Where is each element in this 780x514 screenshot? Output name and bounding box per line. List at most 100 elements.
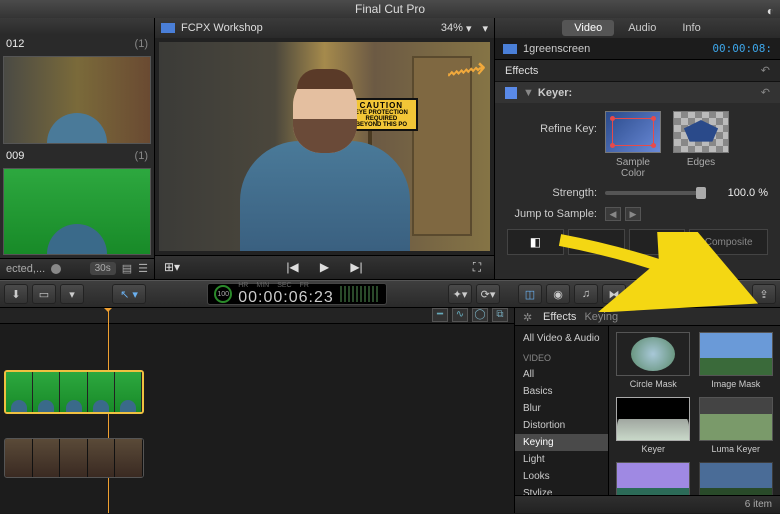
effect-luma-keyer[interactable]: Luma Keyer	[698, 397, 775, 454]
clip-thumb-a[interactable]	[3, 56, 151, 143]
list-icon[interactable]: ☰	[138, 262, 148, 275]
view-final-button[interactable]: ◧	[507, 229, 564, 255]
view-matte-button[interactable]	[568, 229, 625, 255]
view-source-button[interactable]	[629, 229, 686, 255]
keyer-header[interactable]: ▼ Keyer: ↶	[495, 82, 780, 103]
photos-icon[interactable]: ◉	[546, 284, 570, 304]
timeline-ruler[interactable]: ━ ∿ ◯ ⧉	[0, 308, 514, 324]
strength-value[interactable]: 100.0 %	[714, 187, 768, 199]
viewer-title: FCPX Workshop	[181, 22, 263, 34]
clip-thumb-b[interactable]	[3, 168, 151, 255]
effect-circle-mask[interactable]: Circle Mask	[615, 332, 692, 389]
effects-categories: All Video & Audio VIDEO All Basics Blur …	[515, 326, 609, 495]
effect-extra-b[interactable]	[698, 462, 775, 495]
event-row-b[interactable]: 009 (1)	[0, 147, 154, 165]
keyer-checkbox[interactable]	[505, 87, 517, 99]
timecode-display[interactable]: 100 HRMINSECFR 00:00:06:23	[207, 283, 387, 305]
clip-info-row: 1greenscreen 00:00:08:	[495, 38, 780, 60]
play-button[interactable]: ▶	[316, 260, 334, 276]
cat-light[interactable]: Light	[515, 451, 608, 468]
cat-keying[interactable]: Keying	[515, 434, 608, 451]
duration-chip[interactable]: 30s	[90, 262, 116, 275]
event-row-a[interactable]: 012 (1)	[0, 35, 154, 53]
effects-browser-header: ✲ Effects Keying	[515, 308, 780, 326]
viewer-header: FCPX Workshop 34% ▾ ▾	[155, 18, 494, 38]
import-icon[interactable]: ⬇	[4, 284, 28, 304]
titles-icon[interactable]: T	[630, 284, 654, 304]
cat-all[interactable]: All	[515, 366, 608, 383]
film-icon	[161, 23, 175, 33]
viewer-zoom[interactable]: 34%	[441, 22, 463, 34]
enhance-icon[interactable]: ✦▾	[448, 284, 472, 304]
event-b-name: 009	[6, 150, 24, 162]
audio-meter	[340, 286, 380, 302]
cat-blur[interactable]: Blur	[515, 400, 608, 417]
tab-audio[interactable]: Audio	[616, 20, 668, 36]
timeline-clip-greenscreen[interactable]	[4, 370, 144, 414]
sample-color-button[interactable]	[605, 111, 661, 153]
view-options-icon[interactable]: ⊞▾	[163, 260, 181, 276]
transitions-icon[interactable]: ⧓	[602, 284, 626, 304]
jump-prev-button[interactable]: ◀	[605, 207, 621, 221]
retime-icon[interactable]: ⟳▾	[476, 284, 500, 304]
effects-browser-footer: 6 item	[515, 495, 780, 513]
effect-extra-a[interactable]	[615, 462, 692, 495]
themes-icon[interactable]: ▦	[686, 284, 710, 304]
library-panel: 012 (1) 009 (1) ected,... 30s ▤ ☰	[0, 18, 155, 279]
clip-media-icon[interactable]: ◫	[518, 284, 542, 304]
effects-section[interactable]: Effects ↶	[495, 60, 780, 82]
timecode-value: 00:00:06:23	[238, 289, 334, 307]
fullscreen-button[interactable]: ⛶	[468, 260, 486, 276]
keyer-body: Refine Key: Sample Color Edges	[495, 103, 780, 263]
zoom-dot-icon[interactable]	[51, 264, 61, 274]
keyer-reset-icon[interactable]: ↶	[761, 86, 770, 99]
cat-allav[interactable]: All Video & Audio	[515, 330, 608, 347]
strength-label: Strength:	[507, 187, 597, 199]
cat-basics[interactable]: Basics	[515, 383, 608, 400]
audio-skim-icon[interactable]: ∿	[452, 308, 468, 322]
window-titlebar: Final Cut Pro ◐	[0, 0, 780, 18]
event-a-count: (1)	[135, 38, 148, 50]
generators-icon[interactable]: ⊚	[658, 284, 682, 304]
bg-tasks-icon[interactable]: ◐	[767, 2, 774, 20]
edges-label: Edges	[673, 157, 729, 179]
prev-frame-button[interactable]: |◀	[284, 260, 302, 276]
timeline-clip-background[interactable]	[4, 438, 144, 478]
jump-next-button[interactable]: ▶	[625, 207, 641, 221]
keyword-icon[interactable]: ▭	[32, 284, 56, 304]
center-toolbar: ⬇ ▭ ▾ ↖ ▾ 100 HRMINSECFR 00:00:06:23 ✦▾ …	[0, 280, 780, 308]
tab-video[interactable]: Video	[562, 20, 614, 36]
zoom-chevron-icon[interactable]: ▾	[466, 22, 472, 35]
viewer-canvas[interactable]: CAUTION EYE PROTECTION REQUIRED BEYOND T…	[159, 42, 490, 251]
strength-slider[interactable]	[605, 191, 706, 195]
disclosure-icon[interactable]: ▼	[523, 87, 534, 99]
effects-browser-button[interactable]: ☱	[714, 284, 738, 304]
cat-looks[interactable]: Looks	[515, 468, 608, 485]
app-title: Final Cut Pro	[355, 2, 425, 16]
effect-image-mask[interactable]: Image Mask	[698, 332, 775, 389]
cat-stylize[interactable]: Stylize	[515, 485, 608, 495]
cat-video-hdr: VIDEO	[515, 350, 608, 366]
snap-icon[interactable]: ⧉	[492, 308, 508, 322]
filmstrip-icon[interactable]: ▤	[122, 262, 132, 275]
fx-breadcrumb: Keying	[584, 311, 618, 323]
share-icon[interactable]: ⇪	[752, 284, 776, 304]
tools-dropdown-icon[interactable]: ▾	[60, 284, 84, 304]
gear-icon[interactable]: ✲	[523, 311, 535, 323]
effects-label: Effects	[505, 65, 538, 77]
solo-icon[interactable]: ◯	[472, 308, 488, 322]
effects-reset-icon[interactable]: ↶	[761, 64, 770, 77]
fx-title: Effects	[543, 311, 576, 323]
edges-button[interactable]	[673, 111, 729, 153]
music-icon[interactable]: ♫	[574, 284, 598, 304]
tab-info[interactable]: Info	[670, 20, 712, 36]
viewer-settings-icon[interactable]: ▾	[482, 22, 488, 35]
sample-color-label: Sample Color	[605, 157, 661, 179]
effect-keyer[interactable]: Keyer	[615, 397, 692, 454]
cat-distortion[interactable]: Distortion	[515, 417, 608, 434]
next-frame-button[interactable]: ▶|	[348, 260, 366, 276]
skimming-icon[interactable]: ━	[432, 308, 448, 322]
pointer-tool[interactable]: ↖ ▾	[112, 284, 146, 304]
view-composite-label[interactable]: Composite	[689, 229, 768, 255]
timeline-panel[interactable]: ━ ∿ ◯ ⧉	[0, 308, 514, 513]
